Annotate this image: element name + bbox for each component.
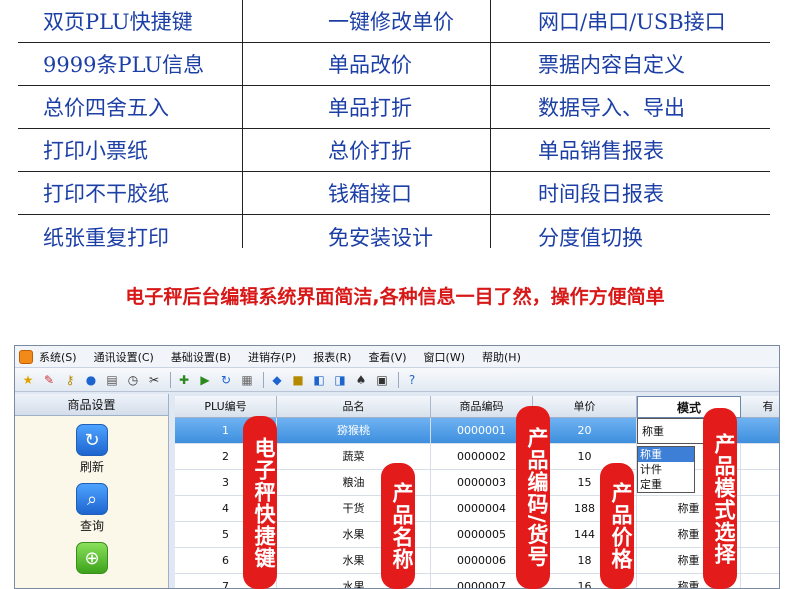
globe-icon[interactable]: ● bbox=[82, 371, 100, 389]
calc-icon[interactable]: ▣ bbox=[373, 371, 391, 389]
database-icon[interactable]: ▦ bbox=[238, 371, 256, 389]
toolbar-separator bbox=[263, 371, 264, 388]
mode-option[interactable]: 定重 bbox=[638, 477, 694, 492]
sidebar: 商品设置 ↻ 刷新 ⌕ 查询 ⊕ bbox=[15, 394, 169, 588]
feature-row: 打印小票纸 总价打折 单品销售报表 bbox=[18, 129, 770, 172]
toolbar-separator bbox=[398, 371, 399, 388]
star-icon[interactable]: ★ bbox=[19, 371, 37, 389]
mode-option[interactable]: 称重 bbox=[638, 447, 694, 462]
feature-cell: 单品销售报表 bbox=[538, 139, 664, 163]
cell-name: 猕猴桃 bbox=[277, 418, 431, 444]
feature-row: 双页PLU快捷键 一键修改单价 网口/串口/USB接口 bbox=[18, 0, 770, 43]
feature-cell: 纸张重复打印 bbox=[43, 225, 169, 250]
feature-cell: 时间段日报表 bbox=[538, 182, 664, 206]
col-header-plu[interactable]: PLU编号 bbox=[175, 396, 277, 418]
feature-row: 9999条PLU信息 单品改价 票据内容自定义 bbox=[18, 43, 770, 86]
app-logo-icon bbox=[19, 349, 33, 364]
toolbar: ★ ✎ ⚷ ● ▤ ◷ ✂ ✚ ▶ ↻ ▦ ◆ ■ ◧ ◨ ♠ ▣ ? bbox=[15, 368, 779, 392]
feature-row: 打印不干胶纸 钱箱接口 时间段日报表 bbox=[18, 172, 770, 215]
refresh-label: 刷新 bbox=[79, 460, 104, 474]
cart-plus-icon[interactable]: ◨ bbox=[331, 371, 349, 389]
truck-icon[interactable]: ◆ bbox=[268, 371, 286, 389]
sidebar-title: 商品设置 bbox=[15, 394, 168, 416]
feature-cell: 打印小票纸 bbox=[43, 139, 148, 163]
toolbar-separator bbox=[170, 371, 171, 388]
feature-cell: 打印不干胶纸 bbox=[43, 182, 169, 206]
feature-cell: 分度值切换 bbox=[538, 225, 643, 250]
menu-system[interactable]: 系统(S) bbox=[39, 349, 77, 365]
feature-cell: 一键修改单价 bbox=[328, 10, 454, 34]
callout-product-mode: 产品模式选择 bbox=[703, 408, 737, 589]
box-icon[interactable]: ■ bbox=[289, 371, 307, 389]
plus-icon[interactable]: ✚ bbox=[175, 371, 193, 389]
play-icon[interactable]: ▶ bbox=[196, 371, 214, 389]
callout-product-code: 产品编码/货号 bbox=[516, 406, 550, 589]
feature-cell: 免安装设计 bbox=[328, 225, 433, 250]
menu-comm-settings[interactable]: 通讯设置(C) bbox=[94, 349, 154, 365]
key-icon[interactable]: ⚷ bbox=[61, 371, 79, 389]
search-icon: ⌕ bbox=[76, 483, 108, 515]
clock-icon[interactable]: ◷ bbox=[124, 371, 142, 389]
feature-cell: 总价打折 bbox=[328, 139, 412, 163]
refresh-icon[interactable]: ↻ bbox=[217, 371, 235, 389]
feature-cell: 9999条PLU信息 bbox=[43, 53, 205, 77]
feature-cell: 票据内容自定义 bbox=[538, 53, 685, 77]
chart-icon[interactable]: ♠ bbox=[352, 371, 370, 389]
help-icon[interactable]: ? bbox=[403, 371, 421, 389]
mode-select[interactable]: 称重 bbox=[637, 418, 707, 444]
menu-view[interactable]: 查看(V) bbox=[368, 349, 406, 365]
feature-cell: 单品改价 bbox=[328, 53, 412, 77]
feature-cell: 总价四舍五入 bbox=[43, 96, 169, 120]
globe-icon: ⊕ bbox=[76, 542, 108, 574]
feature-cell: 单品打折 bbox=[328, 96, 412, 120]
feature-cell: 网口/串口/USB接口 bbox=[538, 10, 726, 34]
feature-cell: 钱箱接口 bbox=[328, 182, 412, 206]
headline: 电子秤后台编辑系统界面简洁,各种信息一目了然，操作方便简单 bbox=[125, 286, 665, 308]
mode-option[interactable]: 计件 bbox=[638, 462, 694, 477]
feature-cell: 双页PLU快捷键 bbox=[43, 10, 193, 34]
menu-bar: 系统(S) 通讯设置(C) 基础设置(B) 进销存(P) 报表(R) 查看(V)… bbox=[15, 346, 779, 368]
query-label: 查询 bbox=[79, 519, 104, 533]
feature-row: 总价四舍五入 单品打折 数据导入、导出 bbox=[18, 86, 770, 129]
col-header-extra[interactable]: 有 bbox=[741, 396, 779, 418]
pin-icon[interactable]: ✎ bbox=[40, 371, 58, 389]
menu-reports[interactable]: 报表(R) bbox=[313, 349, 351, 365]
document-icon[interactable]: ▤ bbox=[103, 371, 121, 389]
menu-help[interactable]: 帮助(H) bbox=[482, 349, 521, 365]
col-header-name[interactable]: 品名 bbox=[277, 396, 431, 418]
grid-header: PLU编号 品名 商品编码 单价 模式 有 bbox=[175, 396, 779, 418]
query-button[interactable]: ⌕ 查询 bbox=[15, 483, 169, 534]
cart-icon[interactable]: ◧ bbox=[310, 371, 328, 389]
refresh-button[interactable]: ↻ 刷新 bbox=[15, 424, 169, 475]
callout-product-price: 产品价格 bbox=[600, 463, 634, 589]
feature-table: 双页PLU快捷键 一键修改单价 网口/串口/USB接口 9999条PLU信息 单… bbox=[18, 0, 770, 258]
menu-inventory[interactable]: 进销存(P) bbox=[248, 349, 296, 365]
refresh-icon: ↻ bbox=[76, 424, 108, 456]
menu-basic-settings[interactable]: 基础设置(B) bbox=[171, 349, 231, 365]
menu-window[interactable]: 窗口(W) bbox=[424, 349, 465, 365]
tools-icon[interactable]: ✂ bbox=[145, 371, 163, 389]
network-button[interactable]: ⊕ bbox=[15, 542, 169, 574]
feature-cell: 数据导入、导出 bbox=[538, 96, 685, 120]
feature-row: 纸张重复打印 免安装设计 分度值切换 bbox=[18, 215, 770, 258]
callout-hotkey: 电子秤快捷键 bbox=[243, 416, 277, 589]
mode-dropdown[interactable]: 称重 计件 定重 bbox=[637, 446, 695, 493]
callout-product-name: 产品名称 bbox=[381, 463, 415, 589]
